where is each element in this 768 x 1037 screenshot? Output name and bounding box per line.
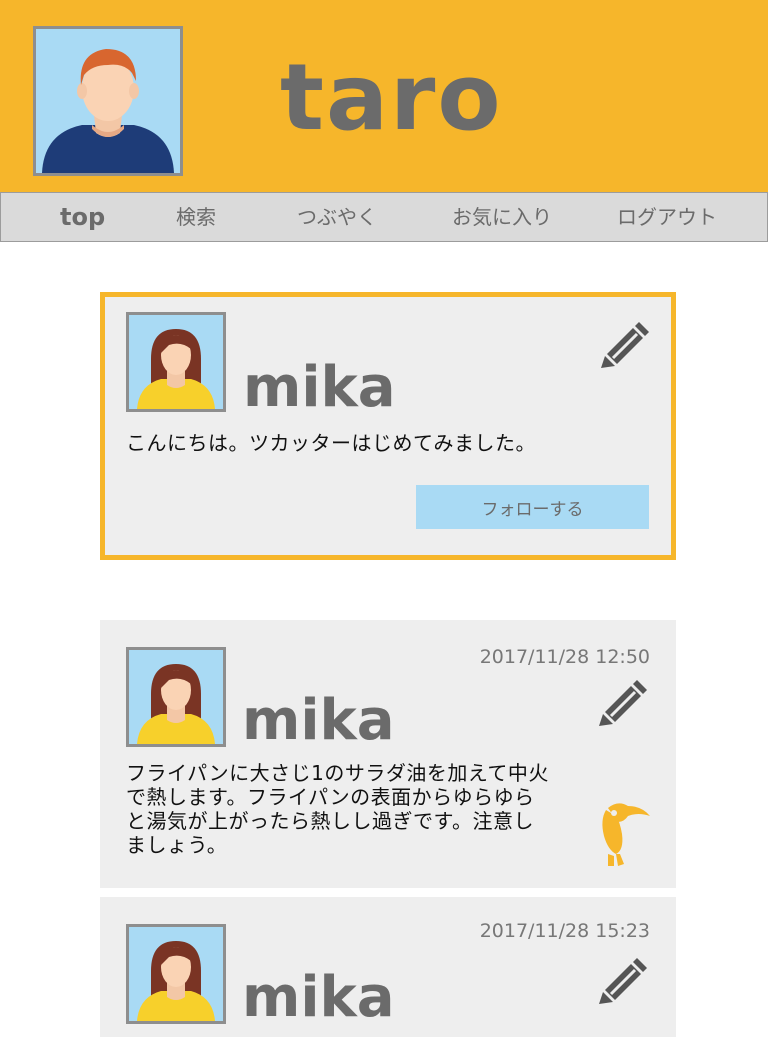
avatar[interactable] — [126, 647, 226, 747]
avatar[interactable] — [126, 312, 226, 412]
female-avatar-icon — [129, 927, 223, 1021]
follow-button[interactable]: フォローする — [416, 485, 649, 529]
main-nav: top 検索 つぶやく お気に入り ログアウト — [0, 192, 768, 242]
nav-tweet[interactable]: つぶやく — [297, 193, 377, 241]
nav-favorites[interactable]: お気に入り — [452, 193, 552, 241]
female-avatar-icon — [129, 650, 223, 744]
profile-card: mika こんにちは。ツカッターはじめてみました。 フォローする — [100, 292, 676, 560]
post-card: 2017/11/28 12:50 mika フライパンに大さじ1のサラダ油を加え… — [100, 620, 676, 888]
pencil-icon[interactable] — [597, 952, 649, 1004]
female-avatar-icon — [129, 315, 223, 409]
toucan-icon — [602, 803, 650, 866]
avatar[interactable] — [126, 924, 226, 1024]
post-card: 2017/11/28 15:23 mika — [100, 897, 676, 1037]
profile-name: mika — [243, 355, 396, 420]
post-date: 2017/11/28 12:50 — [479, 646, 650, 668]
pencil-icon[interactable] — [597, 674, 649, 726]
user-avatar[interactable] — [33, 26, 183, 176]
post-author: mika — [242, 688, 395, 753]
post-body-line: ましょう。 — [126, 833, 228, 857]
pencil-icon[interactable] — [599, 316, 651, 368]
nav-search[interactable]: 検索 — [176, 193, 216, 241]
post-author: mika — [242, 965, 395, 1030]
page-title-username: taro — [280, 44, 503, 151]
post-body-line: で熱します。フライパンの表面からゆらゆら — [126, 785, 535, 809]
profile-message: こんにちは。ツカッターはじめてみました。 — [126, 431, 536, 455]
male-avatar-icon — [36, 29, 180, 173]
post-body-line: と湯気が上がったら熱しし過ぎです。注意し — [126, 809, 534, 833]
nav-top[interactable]: top — [60, 193, 105, 241]
nav-logout[interactable]: ログアウト — [617, 193, 717, 241]
header: taro — [0, 0, 768, 192]
post-body-line: フライパンに大さじ1のサラダ油を加えて中火 — [126, 761, 549, 785]
post-date: 2017/11/28 15:23 — [479, 920, 650, 942]
post-body: フライパンに大さじ1のサラダ油を加えて中火 で熱します。フライパンの表面からゆら… — [126, 761, 549, 857]
